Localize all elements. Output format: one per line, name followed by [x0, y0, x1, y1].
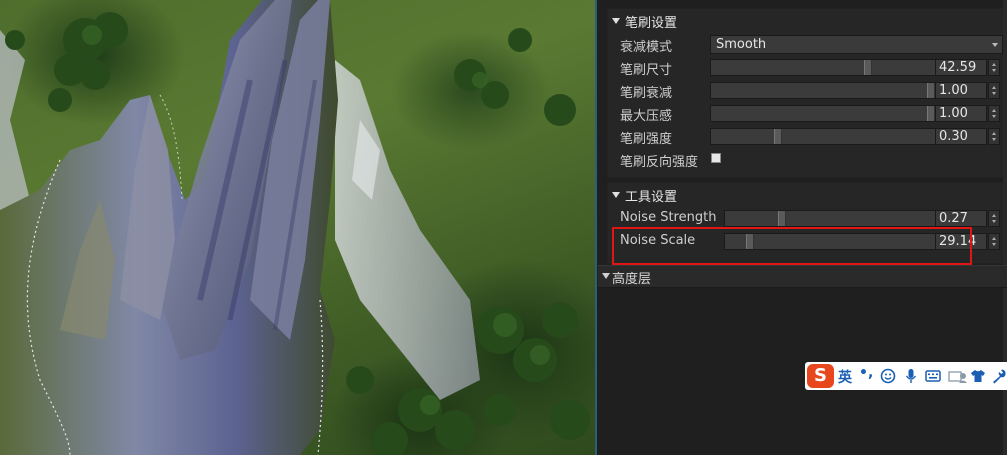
brush-size-slider[interactable] — [710, 59, 936, 76]
user-card-icon[interactable] — [948, 368, 968, 384]
brush-settings-group: 笔刷设置 衰减模式 Smooth 笔刷尺寸 42.59 笔刷衰减 1.00 最大… — [607, 8, 1006, 178]
brush-falloff-label: 笔刷衰减 — [620, 86, 673, 101]
ime-punct-toggle[interactable]: •, — [859, 365, 873, 381]
brush-falloff-row: 笔刷衰减 1.00 — [608, 79, 1005, 101]
noise-strength-label: Noise Strength — [620, 210, 717, 225]
brush-strength-slider[interactable] — [710, 128, 936, 145]
brush-settings-header[interactable]: 笔刷设置 — [612, 13, 678, 31]
brush-strength-row: 笔刷强度 0.30 — [608, 125, 1005, 147]
spin-down-icon[interactable] — [992, 243, 996, 246]
noise-strength-spinner[interactable] — [988, 210, 1000, 227]
wrench-icon[interactable] — [991, 368, 1007, 384]
collapse-triangle-icon — [612, 192, 620, 198]
brush-falloff-slider-handle[interactable] — [927, 83, 935, 98]
ime-toolbar[interactable]: S 英 •, — [805, 362, 1007, 390]
spin-down-icon[interactable] — [992, 115, 996, 118]
smiley-icon[interactable] — [880, 368, 896, 384]
max-pressure-label: 最大压感 — [620, 109, 673, 124]
brush-size-input[interactable]: 42.59 — [935, 59, 987, 76]
invert-strength-label: 笔刷反向强度 — [620, 155, 699, 170]
noise-scale-label: Noise Scale — [620, 233, 696, 248]
spin-up-icon[interactable] — [992, 109, 996, 112]
max-pressure-spinner[interactable] — [988, 105, 1000, 122]
terrain-render — [0, 0, 590, 455]
max-pressure-input[interactable]: 1.00 — [935, 105, 987, 122]
noise-strength-input[interactable]: 0.27 — [935, 210, 987, 227]
invert-strength-row: 笔刷反向强度 — [608, 148, 1005, 170]
collapse-triangle-icon — [612, 18, 620, 24]
brush-size-label: 笔刷尺寸 — [620, 63, 673, 78]
spin-down-icon[interactable] — [992, 69, 996, 72]
ime-logo-icon[interactable]: S — [807, 364, 834, 388]
height-layer-header[interactable]: 高度层 — [598, 265, 1007, 288]
falloff-mode-dropdown[interactable]: Smooth — [710, 35, 1003, 54]
spin-up-icon[interactable] — [992, 214, 996, 217]
max-pressure-row: 最大压感 1.00 — [608, 102, 1005, 124]
max-pressure-slider-handle[interactable] — [927, 106, 935, 121]
ime-mode-toggle[interactable]: 英 — [838, 367, 852, 387]
tool-settings-title: 工具设置 — [625, 189, 678, 205]
max-pressure-slider[interactable] — [710, 105, 936, 122]
spin-down-icon[interactable] — [992, 220, 996, 223]
scene-viewport[interactable] — [0, 0, 595, 455]
noise-scale-slider-handle[interactable] — [746, 234, 755, 249]
brush-strength-spinner[interactable] — [988, 128, 1000, 145]
brush-settings-title: 笔刷设置 — [625, 15, 678, 31]
height-layer-title: 高度层 — [612, 272, 652, 287]
falloff-mode-row: 衰减模式 Smooth — [608, 33, 1005, 55]
falloff-mode-value: Smooth — [716, 37, 767, 52]
spin-up-icon[interactable] — [992, 86, 996, 89]
keyboard-icon[interactable] — [925, 368, 941, 384]
tool-settings-group: 工具设置 Noise Strength 0.27 Noise Scale 29.… — [607, 182, 1006, 264]
brush-falloff-spinner[interactable] — [988, 82, 1000, 99]
noise-scale-input[interactable]: 29.14 — [935, 233, 987, 250]
chevron-down-icon — [992, 43, 998, 47]
brush-size-spinner[interactable] — [988, 59, 1000, 76]
noise-strength-row: Noise Strength 0.27 — [608, 207, 1005, 229]
brush-strength-input[interactable]: 0.30 — [935, 128, 987, 145]
spin-down-icon[interactable] — [992, 138, 996, 141]
shirt-icon[interactable] — [970, 368, 986, 384]
brush-falloff-input[interactable]: 1.00 — [935, 82, 987, 99]
brush-falloff-slider[interactable] — [710, 82, 936, 99]
brush-size-row: 笔刷尺寸 42.59 — [608, 56, 1005, 78]
brush-size-slider-handle[interactable] — [863, 60, 872, 75]
spin-up-icon[interactable] — [992, 63, 996, 66]
noise-scale-slider[interactable] — [724, 233, 936, 250]
spin-down-icon[interactable] — [992, 92, 996, 95]
noise-scale-row: Noise Scale 29.14 — [608, 230, 1005, 252]
spin-up-icon[interactable] — [992, 237, 996, 240]
spin-up-icon[interactable] — [992, 132, 996, 135]
collapse-triangle-icon — [602, 273, 610, 279]
falloff-mode-label: 衰减模式 — [620, 40, 673, 55]
brush-strength-slider-handle[interactable] — [774, 129, 783, 144]
noise-scale-spinner[interactable] — [988, 233, 1000, 250]
brush-strength-label: 笔刷强度 — [620, 132, 673, 147]
noise-strength-slider-handle[interactable] — [777, 211, 786, 226]
tool-settings-header[interactable]: 工具设置 — [612, 187, 678, 205]
noise-strength-slider[interactable] — [724, 210, 936, 227]
invert-strength-checkbox[interactable] — [711, 153, 721, 163]
microphone-icon[interactable] — [903, 368, 919, 384]
